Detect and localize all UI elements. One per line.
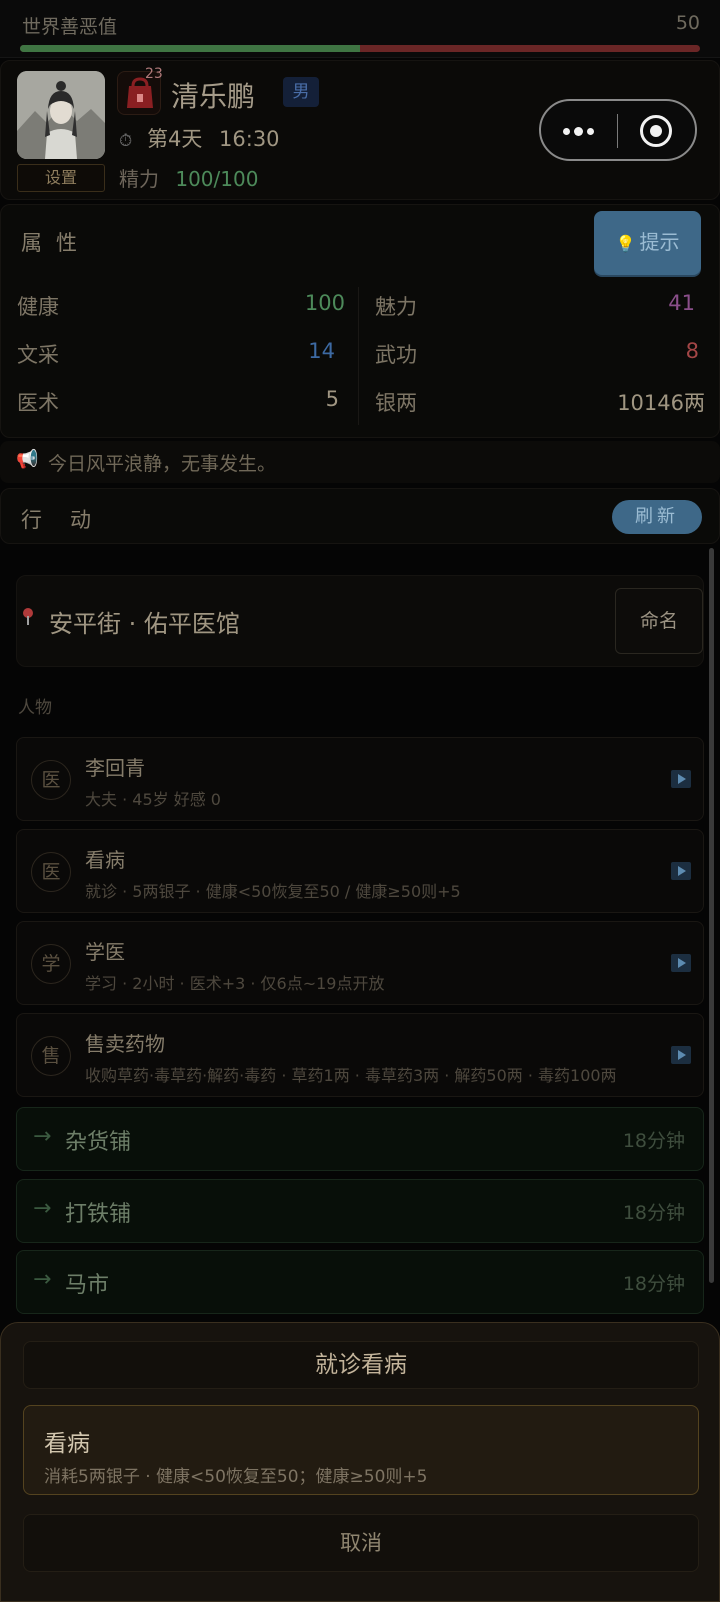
settings-button[interactable]: 设置 [17,164,105,192]
attr-health: 健康 100 [17,291,345,319]
attributes-divider [358,287,359,425]
travel-general-store[interactable]: → 杂货铺 18分钟 [16,1107,704,1171]
attr-literary: 文采 14 [17,339,335,367]
event-text: 今日风平浪静，无事发生。 [48,453,277,475]
entry-icon: 售 [31,1036,71,1076]
avatar-portrait [17,71,105,159]
attributes-panel: 属性 💡 提示 健康 100 魅力 41 文采 14 武功 8 医术 5 银两 1… [0,204,720,438]
attributes-title: 属性 [21,231,91,255]
entry-title: 看病 [85,848,125,872]
entry-title: 学医 [85,940,125,964]
cancel-button[interactable]: 取消 [23,1514,699,1572]
entry-subtitle: 学习 · 2小时 · 医术+3 · 仅6点~19点开放 [85,974,385,993]
time-label: 16:30 [219,127,280,151]
gender-badge: 男 [283,77,319,107]
people-section-label: 人物 [18,698,52,718]
travel-destination: 马市 [65,1273,110,1298]
attr-value: 100 [304,291,345,315]
location-pin-icon [23,608,33,625]
entry-subtitle: 大夫 · 45岁 好感 0 [85,790,221,809]
actions-header: 行动 刷新 [0,488,720,544]
refresh-button[interactable]: 刷新 [612,500,702,534]
option-description: 消耗5两银子 · 健康<50恢复至50；健康≥50则+5 [44,1467,428,1487]
rename-button[interactable]: 命名 [615,588,703,654]
close-target-icon[interactable] [640,115,672,147]
play-icon[interactable] [671,770,691,788]
arrow-right-icon: → [33,1267,52,1292]
attr-value: 41 [668,291,695,315]
miniprogram-capsule [539,99,697,161]
karma-value: 50 [675,12,700,34]
capsule-divider [617,114,618,148]
attr-charm: 魅力 41 [375,291,695,319]
attr-value: 14 [308,339,335,363]
attr-value: 10146两 [617,391,705,415]
travel-time: 18分钟 [622,1273,685,1295]
attr-medicine: 医术 5 [17,387,339,415]
energy-row: 精力 100/100 [119,163,258,192]
action-sheet: 就诊看病 看病 消耗5两银子 · 健康<50恢复至50；健康≥50则+5 取消 [0,1322,720,1602]
option-title: 看病 [44,1431,90,1457]
day-label: 第4天 [146,127,203,151]
character-name: 清乐鹏 [171,80,256,113]
megaphone-icon: 📢 [16,449,39,470]
attr-label: 武功 [375,343,417,367]
entry-subtitle: 收购草药·毒草药·解药·毒药 · 草药1两 · 毒草药3两 · 解药50两 · … [85,1066,617,1085]
lightbulb-icon: 💡 [615,234,636,253]
attr-value: 5 [325,387,339,411]
travel-time: 18分钟 [622,1202,685,1224]
entry-icon: 医 [31,852,71,892]
attr-label: 银两 [375,391,417,415]
location-name: 安平街 · 佑平医馆 [49,610,240,638]
entry-icon: 医 [31,760,71,800]
attr-silver: 银两 10146两 [375,387,705,415]
travel-time: 18分钟 [622,1130,685,1152]
attr-label: 医术 [17,391,59,415]
entry-subtitle: 就诊 · 5两银子 · 健康<50恢复至50 / 健康≥50则+5 [85,882,461,901]
entry-title: 售卖药物 [85,1032,165,1056]
arrow-right-icon: → [33,1124,52,1149]
entry-study-medicine[interactable]: 学 学医 学习 · 2小时 · 医术+3 · 仅6点~19点开放 [16,921,704,1005]
energy-label: 精力 [119,167,159,191]
play-icon[interactable] [671,1046,691,1064]
bag-count-badge: 23 [145,66,163,82]
entry-sell-medicine[interactable]: 售 售卖药物 收购草药·毒草药·解药·毒药 · 草药1两 · 毒草药3两 · 解… [16,1013,704,1097]
play-icon[interactable] [671,954,691,972]
travel-blacksmith[interactable]: → 打铁铺 18分钟 [16,1179,704,1243]
entry-see-doctor[interactable]: 医 看病 就诊 · 5两银子 · 健康<50恢复至50 / 健康≥50则+5 [16,829,704,913]
entry-title: 李回青 [85,756,145,780]
karma-bar: 世界善恶值 50 [0,0,720,58]
hint-button[interactable]: 💡 提示 [594,211,701,275]
stopwatch-icon: ⏱ [119,131,133,151]
more-menu-icon[interactable] [561,115,595,145]
energy-value: 100/100 [175,167,259,191]
actions-title: 行动 [21,508,119,532]
play-icon[interactable] [671,862,691,880]
entry-icon: 学 [31,944,71,984]
attr-label: 魅力 [375,295,417,319]
time-row: ⏱ 第4天 16:30 [119,123,280,153]
scrollbar[interactable] [709,548,714,1283]
karma-fill [20,45,360,52]
attr-value: 8 [685,339,699,363]
attr-label: 健康 [17,295,59,319]
attr-martial: 武功 8 [375,339,699,367]
sheet-title: 就诊看病 [23,1341,699,1389]
hint-label: 提示 [639,230,680,254]
avatar[interactable] [17,71,105,159]
entry-npc[interactable]: 医 李回青 大夫 · 45岁 好感 0 [16,737,704,821]
attr-label: 文采 [17,343,59,367]
location-card: 安平街 · 佑平医馆 命名 [16,575,704,667]
karma-track [20,45,700,52]
event-banner: 📢 今日风平浪静，无事发生。 [0,441,720,483]
sheet-option-see-doctor[interactable]: 看病 消耗5两银子 · 健康<50恢复至50；健康≥50则+5 [23,1405,699,1495]
travel-horse-market[interactable]: → 马市 18分钟 [16,1250,704,1314]
arrow-right-icon: → [33,1196,52,1221]
travel-destination: 打铁铺 [65,1202,132,1227]
travel-destination: 杂货铺 [65,1130,132,1155]
karma-label: 世界善恶值 [22,16,118,38]
